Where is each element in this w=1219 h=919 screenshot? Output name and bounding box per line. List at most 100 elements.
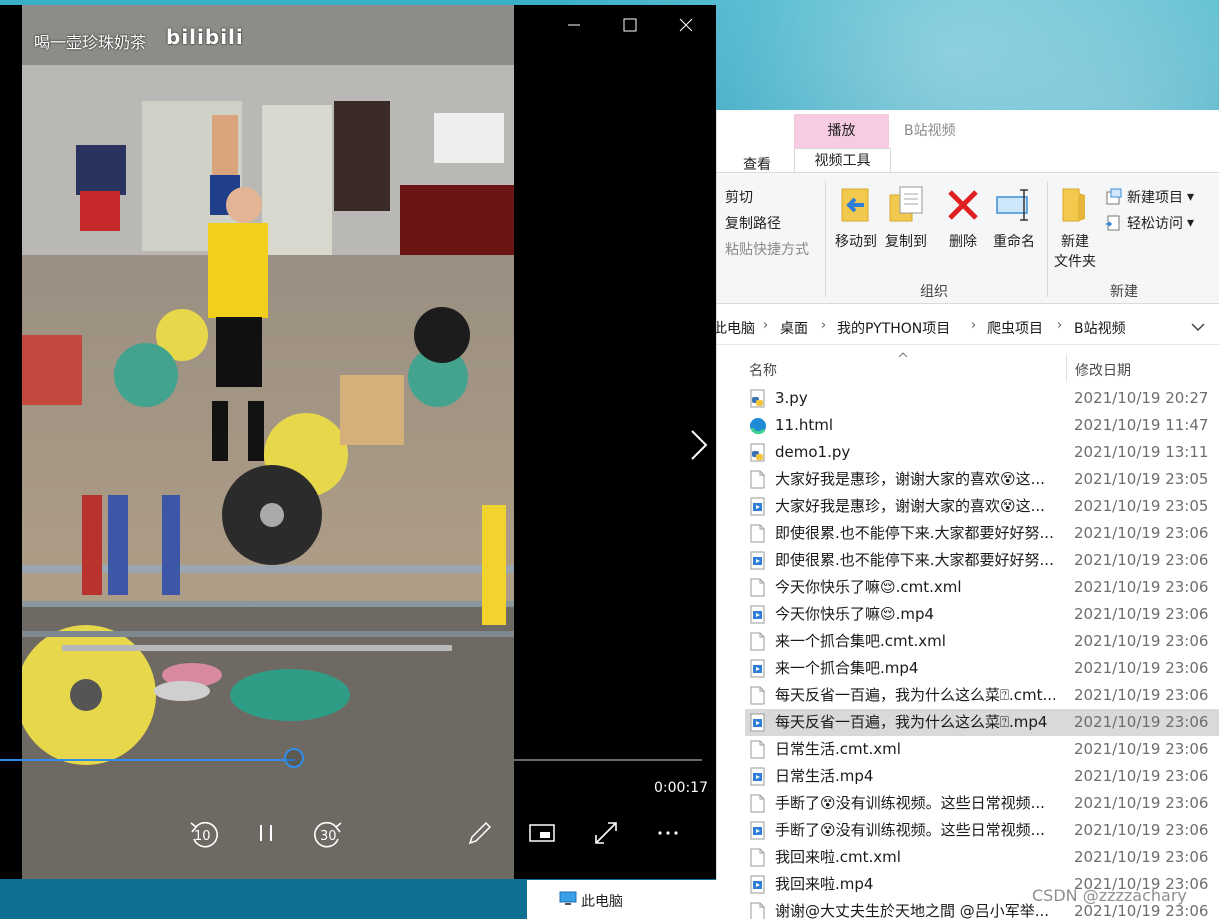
more-icon	[658, 831, 678, 835]
file-name: 每天反省一百遍，我为什么这么菜⍰.mp4	[775, 713, 1048, 731]
paste-shortcut-button[interactable]: 粘贴快捷方式	[725, 239, 809, 259]
more-options-button[interactable]	[648, 813, 688, 853]
python-file-icon	[750, 389, 765, 408]
file-row[interactable]: 大家好我是惠珍，谢谢大家的喜欢😵这... 2021/10/19 23:05	[745, 466, 1219, 493]
file-row[interactable]: 日常生活.mp4 2021/10/19 23:06	[745, 763, 1219, 790]
file-row[interactable]: 来一个抓合集吧.mp4 2021/10/19 23:06	[745, 655, 1219, 682]
new-item-button[interactable]: 新建项目 ▾	[1105, 187, 1194, 207]
edge-html-icon	[750, 418, 766, 435]
chevron-right-icon: ›	[763, 318, 769, 333]
nav-pane-this-pc[interactable]: 此电脑	[527, 880, 717, 919]
video-file-icon	[750, 605, 765, 624]
seek-bar-fill	[0, 759, 295, 761]
file-modified-date: 2021/10/19 23:06	[1074, 767, 1209, 785]
copy-to-icon	[886, 185, 926, 225]
pause-icon	[260, 825, 272, 841]
ribbon-separator	[1047, 181, 1048, 297]
file-row[interactable]: 即使很累.也不能停下来.大家都要好好努... 2021/10/19 23:06	[745, 520, 1219, 547]
computer-icon	[559, 891, 577, 905]
easy-access-button[interactable]: 轻松访问 ▾	[1105, 213, 1194, 233]
file-row[interactable]: 每天反省一百遍，我为什么这么菜⍰.cmt... 2021/10/19 23:06	[745, 682, 1219, 709]
file-name: 即使很累.也不能停下来.大家都要好好努...	[775, 524, 1054, 542]
column-divider[interactable]	[1066, 354, 1067, 382]
file-row[interactable]: 即使很累.也不能停下来.大家都要好好努... 2021/10/19 23:06	[745, 547, 1219, 574]
fullscreen-button[interactable]	[586, 813, 626, 853]
rename-button[interactable]: 重命名	[989, 185, 1039, 251]
maximize-button[interactable]	[610, 13, 650, 37]
file-row[interactable]: 我回来啦.cmt.xml 2021/10/19 23:06	[745, 844, 1219, 871]
file-row[interactable]: 手断了😵没有训练视频。这些日常视频... 2021/10/19 23:06	[745, 790, 1219, 817]
rewind-button[interactable]: 10	[184, 813, 224, 853]
new-folder-button[interactable]: 新建 文件夹	[1051, 185, 1099, 271]
file-modified-date: 2021/10/19 23:06	[1074, 632, 1209, 650]
file-modified-date: 2021/10/19 23:06	[1074, 740, 1209, 758]
address-dropdown-icon[interactable]	[1191, 322, 1205, 332]
file-name: 今天你快乐了嘛😌.mp4	[775, 605, 935, 623]
move-to-button[interactable]: 移动到	[831, 185, 881, 251]
file-name: 来一个抓合集吧.mp4	[775, 659, 919, 677]
breadcrumb-crawler-project[interactable]: 爬虫项目	[987, 318, 1043, 338]
sort-up-icon	[898, 352, 908, 358]
pause-button[interactable]	[246, 813, 286, 853]
file-row[interactable]: 来一个抓合集吧.cmt.xml 2021/10/19 23:06	[745, 628, 1219, 655]
file-row[interactable]: 手断了😵没有训练视频。这些日常视频... 2021/10/19 23:06	[745, 817, 1219, 844]
column-header-row: 名称 修改日期	[717, 350, 1219, 384]
copy-to-label: 复制到	[885, 234, 927, 250]
next-icon[interactable]	[684, 425, 714, 465]
breadcrumb-python-projects[interactable]: 我的PYTHON项目	[837, 318, 950, 338]
cut-button[interactable]: 剪切	[725, 187, 753, 207]
tab-video-tools[interactable]: 视频工具	[794, 148, 891, 174]
rewind-seconds-label: 10	[194, 829, 211, 844]
file-row[interactable]: 日常生活.cmt.xml 2021/10/19 23:06	[745, 736, 1219, 763]
file-name: 每天反省一百遍，我为什么这么菜⍰.cmt...	[775, 686, 1055, 704]
forward-button[interactable]: 30	[308, 813, 348, 853]
breadcrumb-bilibili-videos[interactable]: B站视频	[1074, 318, 1126, 338]
file-row[interactable]: 今天你快乐了嘛😌.mp4 2021/10/19 23:06	[745, 601, 1219, 628]
file-row[interactable]: 每天反省一百遍，我为什么这么菜⍰.mp4 2021/10/19 23:06	[745, 709, 1219, 736]
mini-view-icon	[529, 824, 555, 842]
text-file-icon	[750, 794, 765, 813]
easy-access-icon	[1106, 215, 1120, 231]
column-header-name[interactable]: 名称	[749, 360, 777, 380]
context-group-play[interactable]: 播放	[794, 114, 889, 148]
address-bar[interactable]: 此电脑 › 桌面 › 我的PYTHON项目 › 爬虫项目 › B站视频	[713, 310, 1219, 345]
tab-view[interactable]: 查看	[743, 154, 771, 174]
file-row[interactable]: 3.py 2021/10/19 20:27	[745, 385, 1219, 412]
chevron-down-icon: ▾	[1187, 215, 1195, 231]
close-button[interactable]	[666, 13, 706, 37]
delete-x-icon	[943, 185, 983, 225]
file-name: 手断了😵没有训练视频。这些日常视频...	[775, 794, 1045, 812]
file-modified-date: 2021/10/19 11:47	[1074, 416, 1209, 434]
breadcrumb-desktop[interactable]: 桌面	[780, 318, 808, 338]
minimize-button[interactable]	[554, 13, 594, 37]
file-name: 手断了😵没有训练视频。这些日常视频...	[775, 821, 1045, 839]
file-row[interactable]: 今天你快乐了嘛😌.cmt.xml 2021/10/19 23:06	[745, 574, 1219, 601]
column-header-date[interactable]: 修改日期	[1075, 360, 1131, 380]
copy-to-button[interactable]: 复制到	[881, 185, 931, 251]
group-label-organize: 组织	[920, 284, 948, 300]
file-name: 大家好我是惠珍，谢谢大家的喜欢😵这...	[775, 470, 1045, 488]
file-modified-date: 2021/10/19 23:06	[1074, 605, 1209, 623]
current-time-label: 0:00:17	[654, 780, 708, 796]
video-file-icon	[750, 497, 765, 516]
file-name: demo1.py	[775, 443, 851, 461]
file-row[interactable]: 大家好我是惠珍，谢谢大家的喜欢😵这... 2021/10/19 23:05	[745, 493, 1219, 520]
seek-bar-thumb[interactable]	[284, 748, 304, 768]
file-modified-date: 2021/10/19 23:06	[1074, 551, 1209, 569]
file-modified-date: 2021/10/19 23:06	[1074, 821, 1209, 839]
breadcrumb-this-pc[interactable]: 此电脑	[713, 318, 755, 338]
video-file-icon	[750, 713, 765, 732]
text-file-icon	[750, 740, 765, 759]
copy-path-button[interactable]: 复制路径	[725, 213, 781, 233]
delete-button[interactable]: 删除	[941, 185, 985, 251]
window-title: B站视频	[904, 123, 956, 139]
video-frame[interactable]: 喝一壶珍珠奶茶 bilibili	[22, 5, 514, 879]
file-row[interactable]: 11.html 2021/10/19 11:47	[745, 412, 1219, 439]
file-name: 11.html	[775, 416, 834, 434]
mini-view-button[interactable]	[522, 813, 562, 853]
file-row[interactable]: demo1.py 2021/10/19 13:11	[745, 439, 1219, 466]
video-player-window: 喝一壶珍珠奶茶 bilibili 0:00:17 10 30	[0, 5, 716, 879]
edit-button[interactable]	[460, 813, 500, 853]
group-label-new: 新建	[1110, 284, 1138, 300]
file-modified-date: 2021/10/19 20:27	[1074, 389, 1209, 407]
